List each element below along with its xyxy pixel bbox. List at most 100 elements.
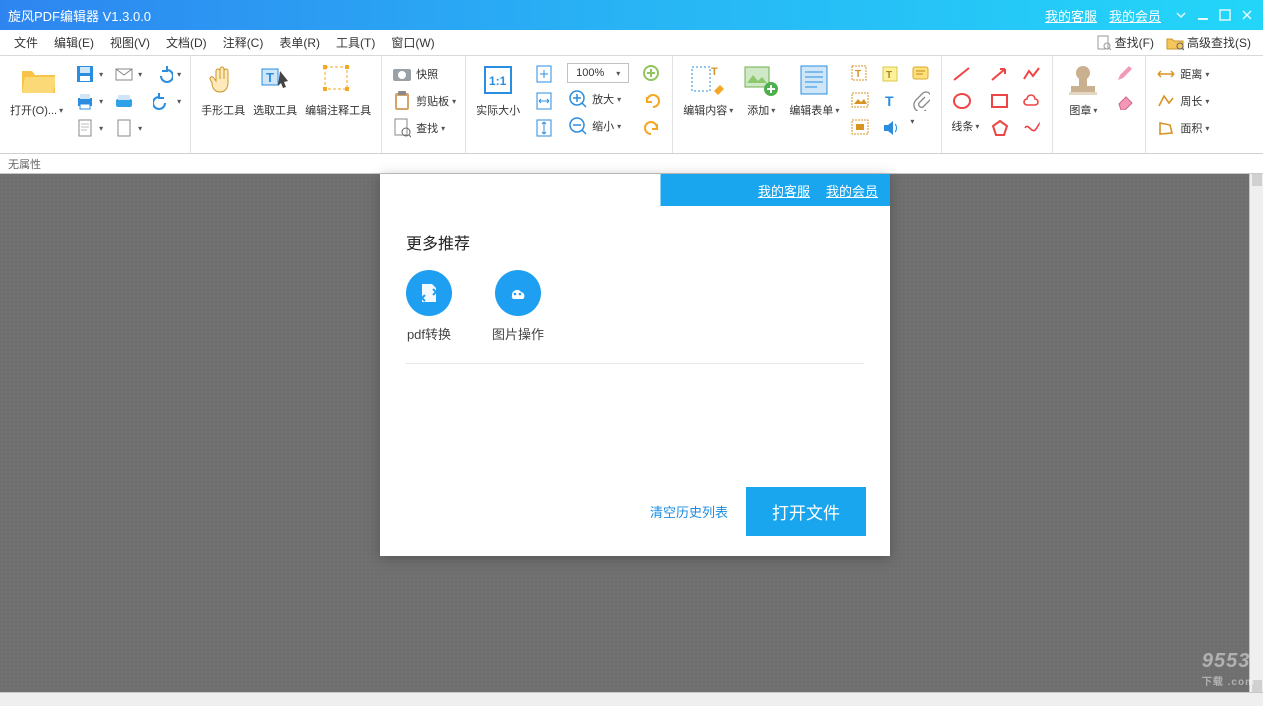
eraser-icon	[1114, 90, 1136, 112]
actual-size-button[interactable]: 1:1 实际大小	[472, 60, 524, 120]
maximize-button[interactable]	[1217, 7, 1233, 23]
highlight-button[interactable]: T	[877, 62, 905, 86]
document-icon	[74, 117, 96, 139]
image-select-button[interactable]	[847, 89, 875, 113]
rotate-cw-button[interactable]	[638, 116, 666, 140]
svg-text:T: T	[885, 93, 894, 109]
menu-window[interactable]: 窗口(W)	[383, 30, 442, 55]
fit-width-icon	[533, 90, 555, 112]
rotate-ccw-icon	[641, 90, 663, 112]
scrollbar-vertical[interactable]	[1249, 174, 1263, 692]
menu-form[interactable]: 表单(R)	[271, 30, 328, 55]
distance-button[interactable]: 距离▾	[1152, 62, 1212, 86]
speaker-icon	[880, 117, 902, 139]
rec-image-edit[interactable]: 图片操作	[492, 270, 544, 343]
start-panel: 我的客服 我的会员 更多推荐 pdf转换 图片操作 清空历史列表 打开文件	[380, 174, 890, 556]
no-property-label: 无属性	[8, 156, 41, 172]
menu-advanced-find[interactable]: 高级查找(S)	[1160, 34, 1257, 51]
menu-document[interactable]: 文档(D)	[158, 30, 215, 55]
zoom-level[interactable]: 100%▾	[564, 62, 632, 84]
fit-page-button[interactable]	[530, 62, 558, 86]
hand-tool-button[interactable]: 手形工具	[197, 60, 249, 120]
folder-open-icon	[19, 62, 55, 98]
select-tool-button[interactable]: T 选取工具	[249, 60, 301, 120]
titlebar-support-link[interactable]: 我的客服	[1045, 6, 1097, 25]
close-button[interactable]	[1239, 7, 1255, 23]
text-select-icon: T	[850, 63, 872, 85]
eraser-button[interactable]	[1111, 89, 1139, 113]
snapshot-button[interactable]: 快照	[388, 62, 459, 86]
zoom-out-button[interactable]: 缩小▾	[564, 114, 632, 138]
dropdown-icon[interactable]	[1173, 7, 1189, 23]
camera-icon	[391, 63, 413, 85]
document-canvas: 我的客服 我的会员 更多推荐 pdf转换 图片操作 清空历史列表 打开文件 95…	[0, 174, 1263, 706]
add-button[interactable]: 添加▾	[737, 60, 785, 120]
edit-annotation-tool-button[interactable]: 编辑注释工具	[301, 60, 375, 120]
line-icon	[951, 63, 973, 85]
area-button[interactable]: 面积▾	[1152, 116, 1212, 140]
menu-tool[interactable]: 工具(T)	[328, 30, 383, 55]
polygon-icon	[989, 117, 1011, 139]
circle-button[interactable]	[948, 89, 982, 113]
actual-size-icon: 1:1	[480, 62, 516, 98]
menu-file[interactable]: 文件	[6, 30, 46, 55]
polyline-button[interactable]	[1018, 62, 1046, 86]
selection-icon	[320, 62, 356, 98]
note-button[interactable]	[907, 62, 935, 86]
stamp-button[interactable]: 图章▾	[1059, 60, 1107, 120]
scrollbar-horizontal[interactable]	[0, 692, 1263, 706]
save-icon	[74, 63, 96, 85]
find-icon	[391, 117, 413, 139]
mail-button[interactable]: ▾	[110, 62, 145, 86]
zoom-in-button[interactable]: 放大▾	[564, 87, 632, 111]
scan-button[interactable]	[110, 89, 145, 113]
polygon-button[interactable]	[986, 116, 1014, 140]
app-title: 旋风PDF编辑器 V1.3.0.0	[8, 6, 1039, 25]
menu-view[interactable]: 视图(V)	[102, 30, 158, 55]
panel-support-link[interactable]: 我的客服	[758, 181, 810, 200]
more-recommend-heading: 更多推荐	[406, 230, 864, 254]
text-select-button[interactable]: T	[847, 62, 875, 86]
document-button[interactable]: ▾	[71, 116, 106, 140]
open-button[interactable]: 打开(O)...▾	[6, 60, 67, 120]
clipboard-button[interactable]: 剪贴板▾	[388, 89, 459, 113]
menu-find[interactable]: 查找(F)	[1090, 34, 1160, 51]
save-button[interactable]: ▾	[71, 62, 106, 86]
titlebar-member-link[interactable]: 我的会员	[1109, 6, 1161, 25]
speaker-button[interactable]	[877, 116, 905, 140]
rec-pdf-convert[interactable]: pdf转换	[406, 270, 452, 343]
arrow-button[interactable]	[986, 62, 1014, 86]
edit-form-button[interactable]: 编辑表单▾	[785, 60, 843, 120]
printer-icon	[74, 90, 96, 112]
scanner-icon	[113, 90, 135, 112]
edit-content-button[interactable]: T 编辑内容▾	[679, 60, 737, 120]
more-button[interactable]: ▾	[907, 116, 935, 127]
attachment-button[interactable]	[907, 89, 935, 113]
open-file-button[interactable]: 打开文件	[746, 487, 866, 536]
panel-divider	[406, 363, 864, 364]
cloud-button[interactable]	[1018, 89, 1046, 113]
pencil-button[interactable]	[1111, 62, 1139, 86]
redo-button[interactable]: ▾	[149, 89, 184, 113]
rectangle-button[interactable]	[986, 89, 1014, 113]
shape-select-button[interactable]	[847, 116, 875, 140]
fit-width-button[interactable]	[530, 89, 558, 113]
panel-member-link[interactable]: 我的会员	[826, 181, 878, 200]
line-button[interactable]	[948, 62, 982, 86]
menu-annotate[interactable]: 注释(C)	[215, 30, 272, 55]
rotate-ccw-button[interactable]	[638, 89, 666, 113]
clear-history-link[interactable]: 清空历史列表	[650, 502, 728, 521]
minimize-button[interactable]	[1195, 7, 1211, 23]
freeform-button[interactable]	[1018, 116, 1046, 140]
magnifier-plus-button[interactable]	[638, 62, 666, 86]
undo-button[interactable]: ▾	[149, 62, 184, 86]
text-button[interactable]: T	[877, 89, 905, 113]
menu-edit[interactable]: 编辑(E)	[46, 30, 102, 55]
lines-label[interactable]: 线条▾	[948, 116, 982, 136]
page-options-button[interactable]: ▾	[110, 116, 145, 140]
print-button[interactable]: ▾	[71, 89, 106, 113]
find-button[interactable]: 查找▾	[388, 116, 459, 140]
perimeter-button[interactable]: 周长▾	[1152, 89, 1212, 113]
fit-height-button[interactable]	[530, 116, 558, 140]
polyline-icon	[1021, 63, 1043, 85]
